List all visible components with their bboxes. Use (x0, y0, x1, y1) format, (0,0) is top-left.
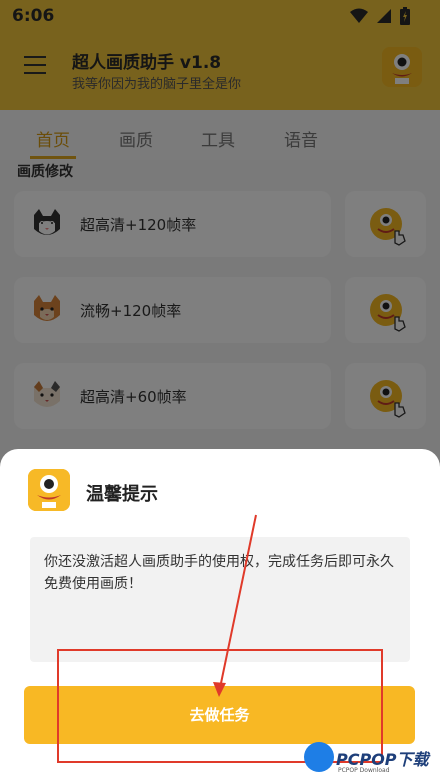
watermark: PCPOP下载 PCPOP Download (304, 741, 438, 777)
dialog-title: 温馨提示 (86, 484, 158, 505)
dialog-message: 你还没激活超人画质助手的使用权，完成任务后即可永久免费使用画质！ (30, 537, 410, 662)
mascot-icon (28, 469, 70, 511)
do-task-button[interactable]: 去做任务 (24, 686, 415, 744)
watermark-logo-icon (304, 742, 334, 772)
notice-dialog: 温馨提示 你还没激活超人画质助手的使用权，完成任务后即可永久免费使用画质！ 去做… (0, 449, 440, 782)
watermark-subtext: PCPOP Download (338, 767, 390, 774)
app-logo (28, 469, 70, 511)
